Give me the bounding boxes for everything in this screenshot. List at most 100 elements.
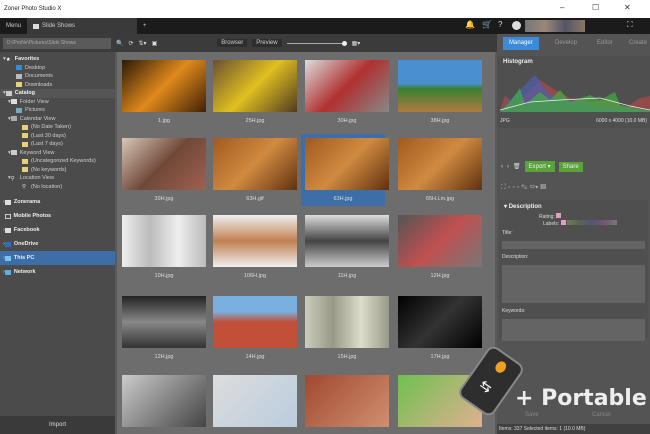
thumbnail-image <box>305 138 389 190</box>
thumbnail-item[interactable]: 39H.jpg <box>122 138 206 202</box>
thumbnail-item[interactable]: 11H.jpg <box>305 215 389 279</box>
tab-label: Slide Shows <box>42 23 76 29</box>
favorites-node[interactable]: ▾ ★ Favorites <box>0 55 115 64</box>
cart-icon[interactable]: 🛒 <box>482 20 492 29</box>
sort-icon[interactable]: ⇅▾ <box>139 40 147 47</box>
tab-develop[interactable]: Develop <box>549 37 583 50</box>
thumbnail-item[interactable]: 38H.jpg <box>398 60 482 124</box>
tab-slide-shows[interactable]: Slide Shows <box>27 18 138 34</box>
histogram-header[interactable]: Histogram <box>497 56 650 68</box>
thumbnail-image <box>122 375 206 427</box>
new-folder-icon[interactable]: ▣ <box>152 40 158 47</box>
thumbnail-item[interactable]: 12H.jpg <box>122 296 206 360</box>
thumbnail-item[interactable]: 17H.jpg <box>398 296 482 360</box>
thumbnail-image <box>122 138 206 190</box>
tools-row[interactable]: ⛶ ◦ ◦ ◦ ✎ ▭▾ ▤ <box>501 184 546 192</box>
thumbnail-item[interactable]: 25H.jpg <box>213 60 297 124</box>
portable-badge: + Portable <box>515 386 647 411</box>
loc-none[interactable]: ⚲ (No location) <box>0 183 115 192</box>
fav-downloads[interactable]: Downloads <box>0 81 115 90</box>
title-input[interactable] <box>502 241 645 249</box>
preview-button[interactable]: Preview <box>252 39 282 47</box>
new-tab-button[interactable]: + <box>137 18 153 34</box>
fullscreen-icon[interactable]: ⛶ <box>627 20 633 30</box>
dimensions-label: 6000 x 4000 (10.0 MB) <box>596 118 647 124</box>
thumbnail-item[interactable]: 1.jpg <box>122 60 206 124</box>
thumbnail-item[interactable]: 63H.jpg <box>301 134 389 206</box>
keyword-view-node[interactable]: ▾ Keyword View <box>0 149 115 158</box>
cancel-button[interactable]: Cancel <box>592 412 611 418</box>
histogram-section: Histogram JPG 6000 x 4000 (10.0 MB) <box>497 56 650 128</box>
delete-icon[interactable]: 🗑 <box>513 163 521 170</box>
next-icon[interactable]: › <box>507 164 509 170</box>
minimize-button[interactable]: – <box>560 3 564 12</box>
thumbnail-item[interactable]: 10H.jpg <box>122 215 206 279</box>
close-button[interactable]: ✕ <box>624 3 631 12</box>
thumbnail-grid: 1.jpg 25H.jpg 30H.jpg 38H.jpg 39H.jpg 63H.gif… <box>117 52 495 434</box>
import-button[interactable]: Import <box>0 416 115 434</box>
thumbnail-filename: 38H.jpg <box>430 118 450 124</box>
thumbnail-filename: 15H.jpg <box>337 354 357 360</box>
tab-create[interactable]: Create <box>623 37 650 50</box>
thumbnail-filename: 25H.jpg <box>245 118 265 124</box>
thumbnail-item[interactable]: 12H.jpg <box>398 215 482 279</box>
keywords-input[interactable] <box>502 319 645 341</box>
facebook-node[interactable]: › Facebook <box>0 223 115 237</box>
fav-desktop[interactable]: Desktop <box>0 64 115 73</box>
kw-uncategorized[interactable]: (Uncategorized Keywords) <box>0 157 115 166</box>
thumbnail-item[interactable] <box>122 375 206 427</box>
thumbnail-filename: 12H.jpg <box>154 354 174 360</box>
catalog-node[interactable]: ▾ Catalog <box>0 89 115 98</box>
thumbnail-item[interactable]: 65H.Lm.jpg <box>398 138 482 202</box>
maximize-button[interactable]: ☐ <box>592 3 599 12</box>
thumbnail-image <box>305 296 389 348</box>
folder-view-node[interactable]: ▾ Folder View <box>0 98 115 107</box>
fav-documents[interactable]: Documents <box>0 72 115 81</box>
network-node[interactable]: › Network <box>0 265 115 279</box>
notifications-icon[interactable]: 🔔 <box>465 20 475 29</box>
mobile-photos-node[interactable]: Mobile Photos <box>0 209 115 223</box>
location-view-node[interactable]: ▾ ⚲ Location View <box>0 174 115 183</box>
thumbnail-image <box>305 215 389 267</box>
tab-editor[interactable]: Editor <box>591 37 619 50</box>
this-pc-node[interactable]: › This PC <box>0 251 115 265</box>
thumbnail-filename: 12H.jpg <box>430 273 450 279</box>
thumbnail-item[interactable] <box>213 375 297 427</box>
thumbnail-item[interactable]: 63H.gif <box>213 138 297 202</box>
export-button[interactable]: Export ▾ <box>524 161 555 172</box>
calendar-view-node[interactable]: ▾ Calendar View <box>0 115 115 124</box>
zonerama-node[interactable]: › Zonerama <box>0 195 115 209</box>
thumbnail-filename: 63H.gif <box>246 196 264 202</box>
help-icon[interactable]: ? <box>498 20 502 29</box>
onedrive-node[interactable]: › OneDrive <box>0 237 115 251</box>
search-icon[interactable]: 🔍 <box>116 40 123 47</box>
save-button[interactable]: Save <box>525 412 539 418</box>
description-header[interactable]: ▾ Description <box>499 200 648 213</box>
thumbnail-size-slider[interactable] <box>286 40 347 46</box>
cal-last-7[interactable]: (Last 7 days) <box>0 140 115 149</box>
tab-manager[interactable]: Manager <box>503 37 539 50</box>
thumbnail-filename: 1.jpg <box>158 118 170 124</box>
path-input[interactable]: D:\Profile\Pictures\Slide Shows <box>3 37 111 49</box>
kw-none[interactable]: (No keywords) <box>0 166 115 175</box>
thumbnail-item[interactable]: 14H.jpg <box>213 296 297 360</box>
description-label: Description: <box>502 254 529 260</box>
pictures-node[interactable]: Pictures <box>0 106 115 115</box>
menu-button[interactable]: Menu <box>0 18 27 34</box>
thumbnail-item[interactable]: 106H.jpg <box>213 215 297 279</box>
refresh-icon[interactable]: ⟳ <box>128 40 133 47</box>
thumbnail-item[interactable]: 30H.jpg <box>305 60 389 124</box>
rating-row[interactable]: Rating: <box>499 213 648 220</box>
browser-button[interactable]: Browser <box>217 39 248 47</box>
share-button[interactable]: Share <box>558 161 583 172</box>
labels-row[interactable]: Labels: <box>499 220 648 227</box>
account-icon[interactable] <box>512 21 521 30</box>
cal-no-date[interactable]: (No Date Taken) <box>0 123 115 132</box>
cal-last-30[interactable]: (Last 30 days) <box>0 132 115 141</box>
previous-icon[interactable]: ‹ <box>501 164 503 170</box>
folder-icon <box>33 23 40 29</box>
thumbnail-item[interactable] <box>305 375 389 427</box>
thumbnail-item[interactable]: 15H.jpg <box>305 296 389 360</box>
description-input[interactable] <box>502 265 645 303</box>
grid-view-icon[interactable]: ▦▾ <box>352 40 361 47</box>
